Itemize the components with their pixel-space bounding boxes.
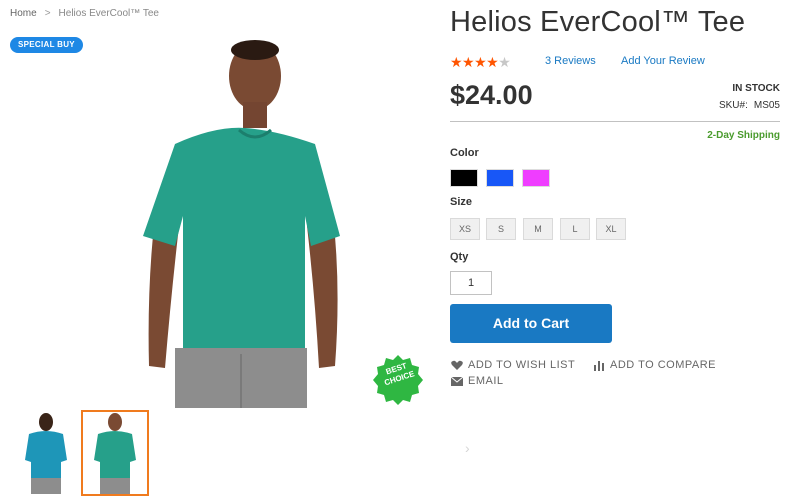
envelope-icon	[450, 375, 464, 387]
size-option-xs[interactable]: XS	[450, 218, 480, 240]
reviews-link[interactable]: 3 Reviews	[545, 55, 596, 67]
bar-chart-icon	[592, 359, 606, 371]
add-to-cart-button[interactable]: Add to Cart	[450, 304, 612, 343]
breadcrumb-home-link[interactable]: Home	[10, 8, 37, 19]
star-rating-icon: ★★★★★	[450, 54, 511, 70]
special-buy-badge: SPECIAL BUY	[10, 37, 83, 53]
email-link[interactable]: EMAIL	[450, 375, 504, 387]
rating-stars: ★★★★★	[450, 54, 511, 71]
thumbnail-back[interactable]	[12, 410, 80, 496]
size-label: Size	[450, 196, 473, 208]
chevron-right-icon[interactable]: ›	[465, 440, 470, 456]
color-swatch-black[interactable]	[450, 169, 478, 187]
size-option-s[interactable]: S	[486, 218, 516, 240]
heart-icon	[450, 359, 464, 371]
compare-label: ADD TO COMPARE	[610, 359, 717, 371]
add-to-compare-link[interactable]: ADD TO COMPARE	[592, 359, 716, 371]
color-label: Color	[450, 147, 479, 159]
add-to-wish-list-link[interactable]: ADD TO WISH LIST	[450, 359, 575, 371]
product-main-image[interactable]	[135, 36, 350, 408]
size-option-l[interactable]: L	[560, 218, 590, 240]
color-swatch-purple[interactable]	[522, 169, 550, 187]
wish-list-label: ADD TO WISH LIST	[468, 359, 576, 371]
size-option-xl[interactable]: XL	[596, 218, 626, 240]
divider	[450, 121, 780, 122]
breadcrumb-current: Helios EverCool™ Tee	[58, 8, 159, 19]
sku-value: MS05	[753, 100, 780, 111]
size-option-m[interactable]: M	[523, 218, 553, 240]
stock-status: IN STOCK	[732, 83, 780, 94]
qty-label: Qty	[450, 251, 469, 263]
add-review-link[interactable]: Add Your Review	[621, 55, 705, 67]
product-title: Helios EverCool™ Tee	[450, 6, 746, 38]
breadcrumb: Home > Helios EverCool™ Tee	[10, 8, 159, 19]
shipping-note: 2-Day Shipping	[707, 130, 780, 141]
product-price: $24.00	[450, 80, 533, 110]
breadcrumb-separator: >	[44, 8, 51, 19]
qty-input[interactable]: 1	[450, 271, 492, 295]
email-label: EMAIL	[468, 375, 504, 387]
color-swatch-blue[interactable]	[486, 169, 514, 187]
sku-label: SKU#:	[718, 100, 748, 111]
thumbnail-front-selected[interactable]	[81, 410, 149, 496]
sku: SKU#: MS05	[719, 100, 780, 111]
